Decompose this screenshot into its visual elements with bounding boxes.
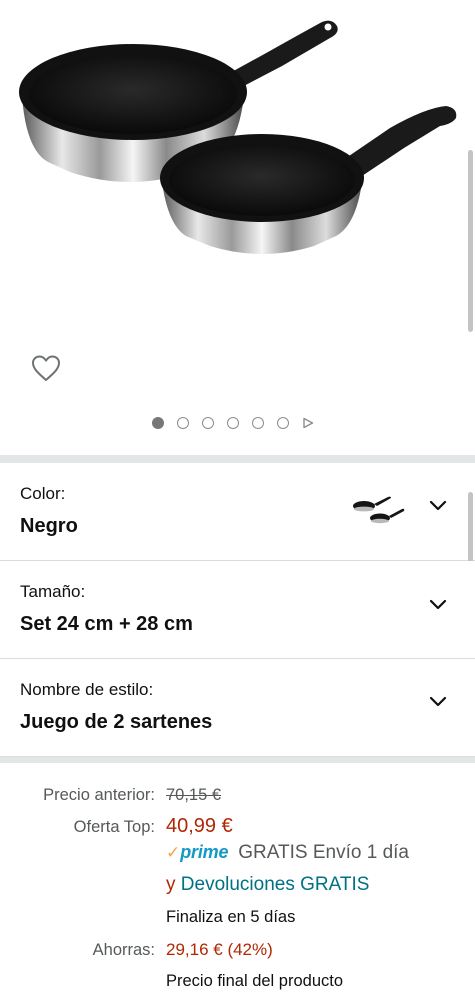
savings-label: Ahorras: (92, 941, 155, 959)
deal-price-value: 40,99 € (166, 815, 233, 837)
deal-price-label: Oferta Top: (73, 818, 155, 836)
prime-wordmark: prime (180, 842, 229, 862)
old-price-value: 70,15 € (166, 786, 222, 804)
gallery-scrollbar[interactable] (468, 150, 473, 332)
variation-value: Juego de 2 sartenes (20, 711, 213, 733)
variation-label: Color: (20, 484, 66, 503)
final-price-note: Precio final del producto (166, 972, 344, 990)
pagination-dot[interactable] (227, 417, 239, 429)
section-divider (0, 455, 475, 463)
returns-row: y Devoluciones GRATIS (166, 874, 369, 896)
savings-value: 29,16 € (42%) (166, 940, 273, 959)
heart-outline-icon (32, 355, 60, 381)
wishlist-button[interactable] (29, 352, 63, 384)
pagination-dot[interactable] (252, 417, 264, 429)
pagination-dot[interactable] (202, 417, 214, 429)
deal-ends-text: Finaliza en 5 días (166, 908, 296, 926)
pagination-dot[interactable] (277, 417, 289, 429)
chevron-down-icon[interactable] (429, 500, 447, 512)
old-price-label: Precio anterior: (43, 786, 155, 804)
chevron-down-icon[interactable] (429, 599, 447, 611)
product-image[interactable] (0, 0, 475, 300)
color-swatch-thumbnail[interactable] (350, 494, 406, 528)
pagination-dot[interactable] (152, 417, 164, 429)
product-gallery (0, 0, 475, 455)
pagination-dot[interactable] (177, 417, 189, 429)
variation-style[interactable]: Nombre de estilo: Juego de 2 sartenes (0, 659, 475, 757)
price-block: Precio anterior: 70,15 € Oferta Top: 40,… (0, 763, 475, 1001)
free-returns-link[interactable]: Devoluciones GRATIS (181, 874, 370, 895)
image-pagination (152, 416, 314, 430)
prime-check-icon: ✓ (166, 843, 181, 862)
delivery-text: GRATIS Envío 1 día (238, 842, 410, 863)
prime-delivery: ✓ prime GRATIS Envío 1 día (166, 842, 409, 864)
variation-label: Nombre de estilo: (20, 680, 154, 699)
variation-label: Tamaño: (20, 582, 86, 601)
returns-prefix: y (166, 874, 176, 895)
prime-logo: ✓ prime (166, 842, 228, 863)
variation-value: Set 24 cm + 28 cm (20, 613, 193, 635)
chevron-down-icon[interactable] (429, 696, 447, 708)
play-triangle-icon[interactable] (302, 417, 314, 429)
variation-value: Negro (20, 515, 78, 537)
variation-size[interactable]: Tamaño: Set 24 cm + 28 cm (0, 561, 475, 659)
